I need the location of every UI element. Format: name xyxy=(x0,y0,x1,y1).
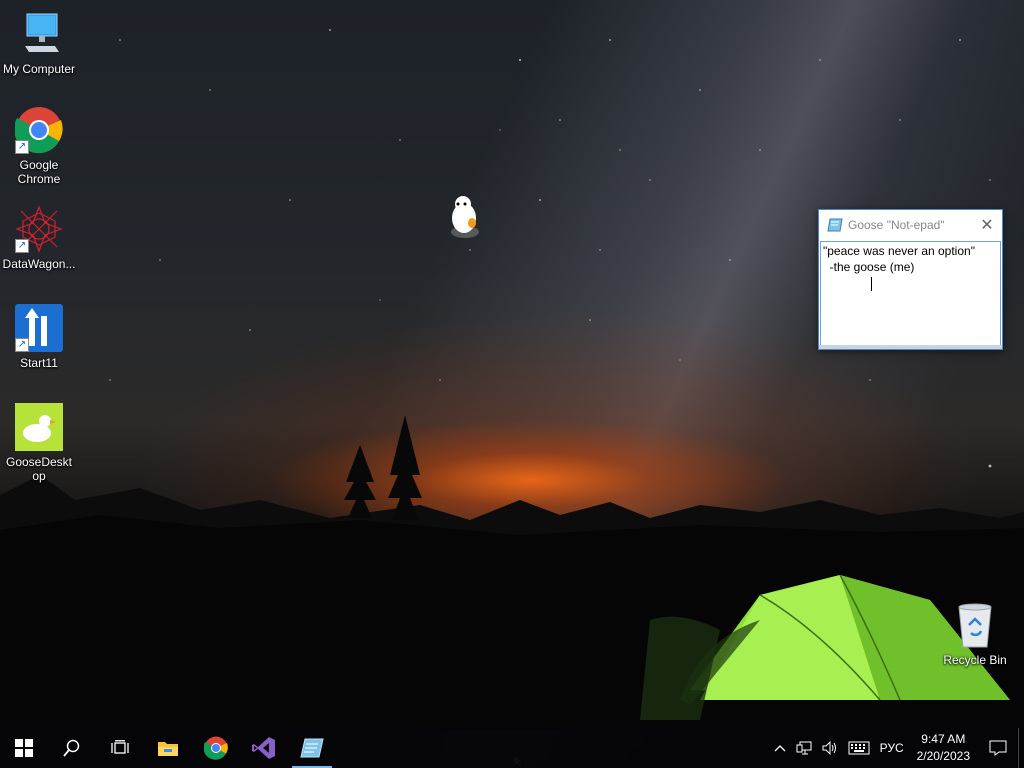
volume-button[interactable] xyxy=(817,728,843,768)
goose-desktop-icon xyxy=(15,403,63,451)
chevron-up-icon xyxy=(774,745,786,752)
notification-icon xyxy=(989,740,1007,756)
notepad-bottom-edge xyxy=(819,345,1002,349)
start-icon xyxy=(15,739,33,757)
touch-keyboard-button[interactable] xyxy=(843,728,875,768)
notepad-line: -the goose (me) xyxy=(823,260,915,274)
desktop-icon-label: Google Chrome xyxy=(17,158,61,186)
desktop-icon-start11[interactable]: ↗ Start11 xyxy=(0,304,78,370)
notepad-window[interactable]: Goose "Not-epad" ✕ "peace was never an o… xyxy=(818,209,1003,350)
chrome-icon: ↗ xyxy=(14,106,63,154)
action-center-button[interactable] xyxy=(978,728,1018,768)
desktop-icon-goosedesktop[interactable]: GooseDesktop xyxy=(0,403,78,483)
clock[interactable]: 9:47 AM 2/20/2023 xyxy=(909,728,978,768)
desktop-icon-my-computer[interactable]: My Computer xyxy=(0,10,78,76)
chrome-icon xyxy=(204,736,228,760)
desktop-icon-google-chrome[interactable]: ↗ Google Chrome xyxy=(0,106,78,186)
desktop-icon-recycle-bin[interactable]: Recycle Bin xyxy=(936,601,1014,667)
visual-studio-icon xyxy=(252,737,275,759)
show-desktop-button[interactable] xyxy=(1018,728,1024,768)
desktop-icon-datawagon[interactable]: ↗ DataWagon... xyxy=(0,205,78,271)
computer-icon xyxy=(15,10,63,58)
notepad-icon xyxy=(827,218,843,231)
datawagon-icon: ↗ xyxy=(15,205,63,253)
taskbar: РУС 9:47 AM 2/20/2023 xyxy=(0,728,1024,768)
notepad-line: "peace was never an option" xyxy=(823,244,975,258)
keyboard-icon xyxy=(848,741,870,755)
shortcut-arrow-icon: ↗ xyxy=(15,338,29,352)
close-icon[interactable]: ✕ xyxy=(972,210,1002,239)
taskbar-chrome[interactable] xyxy=(192,728,240,768)
desktop-icon-label: GooseDesktop xyxy=(5,455,73,483)
speaker-icon xyxy=(822,741,836,755)
file-explorer-icon xyxy=(158,742,178,756)
network-button[interactable] xyxy=(791,728,817,768)
notepad-icon xyxy=(300,738,324,758)
clock-date: 2/20/2023 xyxy=(916,749,970,763)
taskbar-visual-studio[interactable] xyxy=(240,728,288,768)
goose-sprite[interactable] xyxy=(445,192,485,242)
show-hidden-icons-button[interactable] xyxy=(769,728,791,768)
taskbar-notepad[interactable] xyxy=(288,728,336,768)
search-icon xyxy=(63,739,80,757)
task-view-icon xyxy=(111,740,129,754)
system-tray: РУС 9:47 AM 2/20/2023 xyxy=(769,728,1024,768)
input-language-indicator[interactable]: РУС xyxy=(875,728,909,768)
desktop-icon-label: DataWagon... xyxy=(2,257,76,271)
search-button[interactable] xyxy=(48,728,96,768)
shortcut-arrow-icon: ↗ xyxy=(15,239,29,253)
start-button[interactable] xyxy=(0,728,48,768)
desktop-icon-label: Start11 xyxy=(20,356,58,370)
pine-trees xyxy=(344,415,422,520)
recycle-bin-icon xyxy=(951,601,999,649)
notepad-text-area[interactable]: "peace was never an option" -the goose (… xyxy=(820,241,1001,347)
wallpaper-landscape xyxy=(0,415,1024,730)
network-icon xyxy=(796,741,812,755)
shortcut-arrow-icon: ↗ xyxy=(15,140,29,154)
desktop-icon-label: Recycle Bin xyxy=(943,653,1007,667)
clock-time: 9:47 AM xyxy=(921,732,966,746)
text-caret xyxy=(871,277,872,291)
notepad-titlebar[interactable]: Goose "Not-epad" ✕ xyxy=(819,210,1002,239)
taskbar-file-explorer[interactable] xyxy=(144,728,192,768)
desktop-icon-label: My Computer xyxy=(2,62,76,76)
task-view-button[interactable] xyxy=(96,728,144,768)
start11-icon: ↗ xyxy=(15,304,63,352)
notepad-title: Goose "Not-epad" xyxy=(848,217,945,232)
